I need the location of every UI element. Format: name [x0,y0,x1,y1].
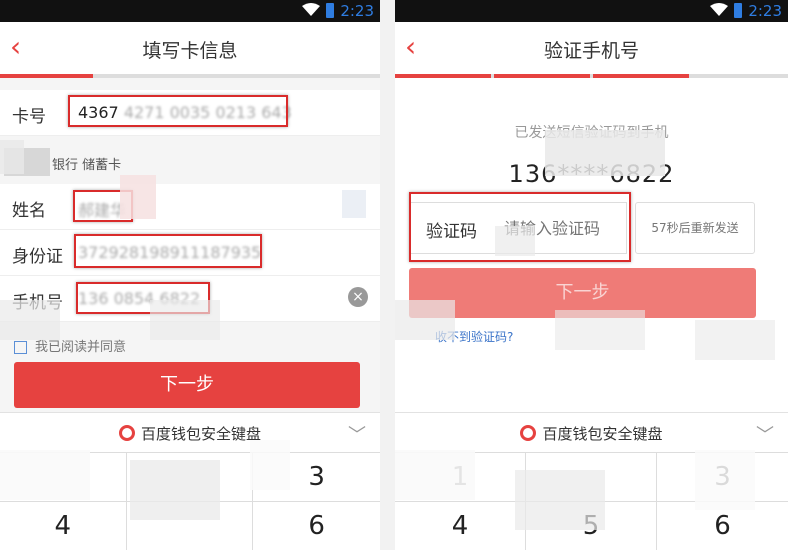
key-4-label: 4 [54,511,72,541]
keyboard-header: 百度钱包安全键盘 ﹀ [395,412,788,454]
mosaic-patch [515,470,605,530]
mosaic-patch [555,310,645,350]
mosaic-patch [0,300,60,340]
key-6-label: 6 [308,511,325,541]
key-6[interactable]: 6 [253,502,380,550]
screenshot-pair: 2:23 ‹ 填写卡信息 卡号 4367 4271 0035 0213 643 … [0,0,788,550]
keyboard-title: 百度钱包安全键盘 [140,425,261,443]
keyboard-header: 百度钱包安全键盘 ﹀ [0,412,380,454]
wifi-icon [302,3,320,16]
card-number-label: 卡号 [12,107,46,127]
agree-text: 我已阅读并同意 [35,340,127,355]
bank-text: 银行 储蓄卡 [52,158,122,173]
status-time: 2:23 [748,2,782,20]
name-row[interactable]: 姓名 郝建华 [0,184,380,230]
card-info-screen: 2:23 ‹ 填写卡信息 卡号 4367 4271 0035 0213 643 … [0,0,380,550]
mosaic-patch [342,190,366,218]
chevron-down-icon[interactable]: ﹀ [756,421,774,447]
key-4[interactable]: 4 [395,502,526,550]
id-label: 身份证 [12,247,63,267]
nav-bar: ‹ 填写卡信息 [0,22,380,74]
next-button[interactable]: 下一步 [14,362,360,408]
mosaic-patch [395,300,455,340]
mosaic-patch [130,460,220,520]
mosaic-patch [0,450,90,500]
baidu-wallet-icon [520,425,537,441]
resend-button[interactable]: 57秒后重新发送 [635,202,755,254]
verify-phone-screen: 2:23 ‹ 验证手机号 已发送短信验证码到手机 136****6822 验证码… [395,0,788,550]
keyboard-title: 百度钱包安全键盘 [542,425,663,443]
page-title: 填写卡信息 [142,40,238,62]
status-bar: 2:23 [395,0,788,22]
mosaic-patch [695,320,775,360]
mosaic-patch [395,450,475,500]
mosaic-patch [545,130,665,176]
name-label: 姓名 [12,201,46,221]
mosaic-patch [120,175,156,219]
highlight-card [68,95,288,127]
page-title: 验证手机号 [543,40,639,62]
key-4[interactable]: 4 [0,502,127,550]
status-bar: 2:23 [0,0,380,22]
mosaic-patch [250,440,290,490]
key-4-label: 4 [451,511,469,541]
nav-bar: ‹ 验证手机号 [395,22,788,74]
mosaic-patch [495,226,535,256]
panel-divider [380,0,395,550]
battery-icon [326,3,334,18]
mosaic-patch [150,300,220,340]
mosaic-patch [695,450,755,510]
agree-checkbox[interactable] [14,341,27,354]
chevron-down-icon[interactable]: ﹀ [348,421,366,447]
status-time: 2:23 [340,2,374,20]
key-3-label: 3 [308,462,325,492]
highlight-id [74,234,262,268]
baidu-wallet-icon [118,425,135,441]
clear-icon[interactable]: × [348,287,368,307]
wifi-icon [710,3,728,16]
mosaic-patch [0,140,24,174]
battery-icon [734,3,742,18]
key-6-label: 6 [714,511,731,541]
